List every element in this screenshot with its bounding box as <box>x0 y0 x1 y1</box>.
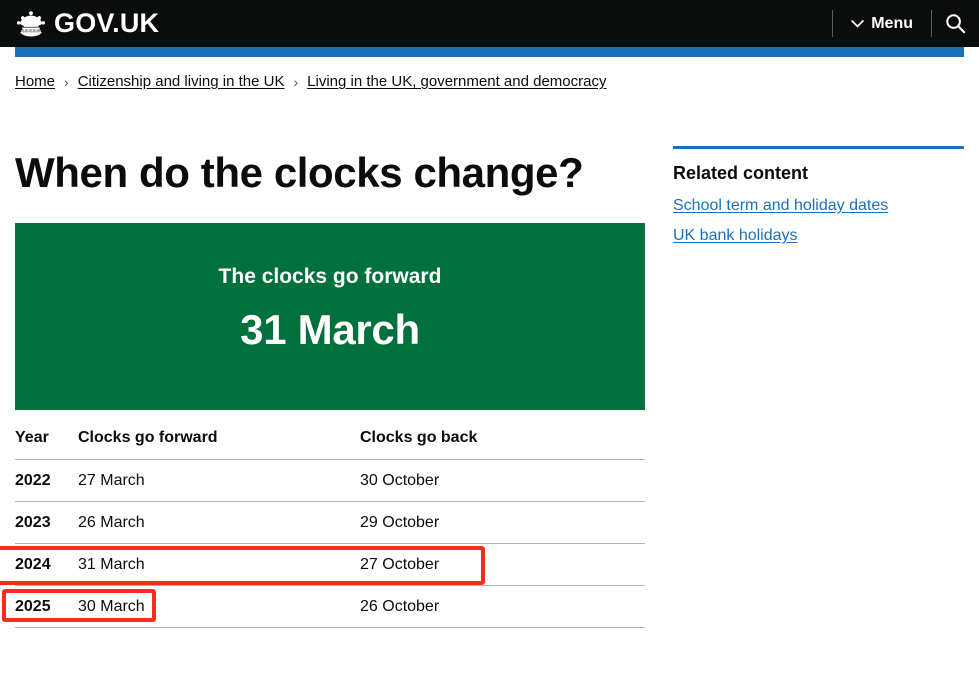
list-item: UK bank holidays <box>673 227 964 245</box>
breadcrumb-separator: › <box>293 73 299 90</box>
table-row: 2025 30 March 26 October <box>15 585 645 629</box>
menu-button[interactable]: Menu <box>833 15 931 33</box>
search-button[interactable] <box>932 0 979 47</box>
main-column: When do the clocks change? The clocks go… <box>15 110 645 629</box>
cell-back: 30 October <box>360 459 645 503</box>
breadcrumb-item-citizenship[interactable]: Citizenship and living in the UK <box>78 73 285 92</box>
cell-back: 29 October <box>360 501 645 545</box>
related-link-uk-bank-holidays[interactable]: UK bank holidays <box>673 227 798 244</box>
list-item: School term and holiday dates <box>673 197 964 215</box>
breadcrumb-item-home[interactable]: Home <box>15 73 55 92</box>
search-icon <box>945 13 966 34</box>
header-accent-band <box>15 47 964 57</box>
banner-date: 31 March <box>240 306 420 354</box>
govuk-logo-link[interactable]: GOV.UK <box>14 10 159 37</box>
breadcrumb: Home › Citizenship and living in the UK … <box>15 73 606 92</box>
related-content-list: School term and holiday dates UK bank ho… <box>673 197 964 245</box>
menu-button-label: Menu <box>871 14 913 32</box>
table-header-row: Year Clocks go forward Clocks go back <box>15 429 645 461</box>
govuk-logo-text: GOV.UK <box>54 8 160 38</box>
clocks-change-banner: The clocks go forward 31 March <box>15 223 645 411</box>
cell-forward: 27 March <box>78 459 360 503</box>
cell-year: 2022 <box>15 459 78 503</box>
header-nav: Menu <box>832 0 979 47</box>
column-header-clocks-go-back: Clocks go back <box>360 429 645 461</box>
cell-back: 26 October <box>360 585 645 629</box>
table-row: 2022 27 March 30 October <box>15 459 645 503</box>
related-content-title: Related content <box>673 163 809 183</box>
column-header-year: Year <box>15 429 78 461</box>
global-header: GOV.UK Menu <box>0 0 979 47</box>
banner-caption: The clocks go forward <box>218 265 442 289</box>
cell-forward: 26 March <box>78 501 360 545</box>
cell-forward: 30 March <box>78 585 360 629</box>
cell-year: 2023 <box>15 501 78 545</box>
related-link-school-term-dates[interactable]: School term and holiday dates <box>673 197 888 214</box>
page-title: When do the clocks change? <box>15 149 584 196</box>
related-content-box: Related content School term and holiday … <box>673 146 964 245</box>
cell-forward: 31 March <box>78 543 360 587</box>
table-row: 2023 26 March 29 October <box>15 501 645 545</box>
sidebar: Related content School term and holiday … <box>673 146 964 257</box>
column-header-clocks-go-forward: Clocks go forward <box>78 429 360 461</box>
breadcrumb-item-living-uk[interactable]: Living in the UK, government and democra… <box>307 73 606 92</box>
crown-icon <box>14 10 48 37</box>
cell-year: 2025 <box>15 585 78 629</box>
cell-year: 2024 <box>15 543 78 587</box>
table-row: 2024 31 March 27 October <box>15 543 645 587</box>
breadcrumb-separator: › <box>64 73 69 90</box>
chevron-down-icon <box>851 19 865 28</box>
clock-change-table: Year Clocks go forward Clocks go back 20… <box>15 429 645 629</box>
cell-back: 27 October <box>360 543 645 587</box>
